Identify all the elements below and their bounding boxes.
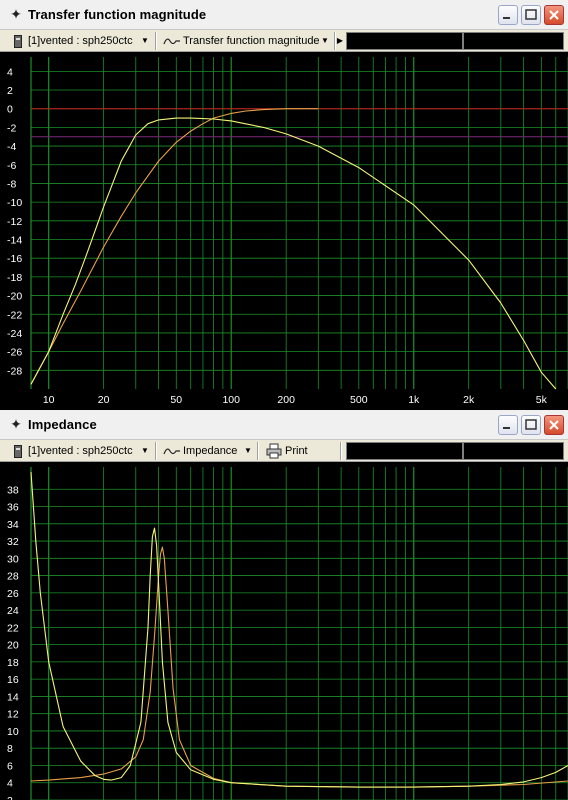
toolbar-overflow-arrow-icon[interactable]: ▶ xyxy=(335,33,345,49)
minimize-button[interactable] xyxy=(498,415,518,435)
title-bar[interactable]: ✦ Transfer function magnitude xyxy=(0,0,568,30)
toolbar: [1]vented : sph250ctc ▼ Impedance ▼ Prin… xyxy=(0,440,568,462)
close-icon xyxy=(549,420,559,430)
y-tick-label: 4 xyxy=(7,778,13,790)
x-tick-label: 100 xyxy=(222,394,240,406)
y-tick-label: -12 xyxy=(7,216,22,228)
readout-box-left xyxy=(346,442,463,460)
y-tick-label: -26 xyxy=(7,347,22,359)
y-tick-label: 14 xyxy=(7,691,19,703)
y-tick-label: 24 xyxy=(7,605,19,617)
speaker-driver-icon xyxy=(14,35,22,48)
y-tick-label: 8 xyxy=(7,743,13,755)
maximize-button[interactable] xyxy=(521,415,541,435)
window-title: Impedance xyxy=(28,417,97,432)
driver-selector[interactable]: [1]vented : sph250ctc xyxy=(28,443,133,459)
y-tick-label: -22 xyxy=(7,309,22,321)
y-tick-label: 2 xyxy=(7,795,13,800)
driver-selector[interactable]: [1]vented : sph250ctc xyxy=(28,33,133,49)
x-tick-label: 200 xyxy=(277,394,295,406)
y-tick-label: 32 xyxy=(7,536,19,548)
y-tick-label: -18 xyxy=(7,272,22,284)
x-tick-label: 2k xyxy=(463,394,475,406)
minimize-icon xyxy=(503,17,510,19)
y-tick-label: -14 xyxy=(7,235,22,247)
plot-background xyxy=(0,52,568,410)
minimize-icon xyxy=(503,427,510,429)
plot-background xyxy=(0,462,568,800)
x-tick-label: 1k xyxy=(408,394,420,406)
y-tick-label: -24 xyxy=(7,328,22,340)
graph-dropdown-arrow-icon[interactable]: ▼ xyxy=(243,443,253,459)
toolbar-separator xyxy=(155,442,157,460)
speaker-driver-icon xyxy=(14,445,22,458)
y-tick-label: 38 xyxy=(7,484,19,496)
graph-dropdown-arrow-icon[interactable]: ▼ xyxy=(320,33,330,49)
y-tick-label: 28 xyxy=(7,571,19,583)
window-title: Transfer function magnitude xyxy=(28,7,207,22)
close-icon xyxy=(549,10,559,20)
close-button[interactable] xyxy=(544,5,564,25)
curve-wave-icon xyxy=(163,448,180,455)
x-tick-label: 500 xyxy=(350,394,368,406)
transfer-function-plot[interactable]: 420-2-4-6-8-10-12-14-16-18-20-22-24-26-2… xyxy=(0,52,568,410)
y-tick-label: 2 xyxy=(7,85,13,97)
graph-type-selector[interactable]: Transfer function magnitude xyxy=(183,33,320,49)
y-tick-label: 18 xyxy=(7,657,19,669)
maximize-icon xyxy=(525,9,537,20)
minimize-button[interactable] xyxy=(498,5,518,25)
graph-type-selector[interactable]: Impedance xyxy=(183,443,237,459)
crosshair-app-icon: ✦ xyxy=(10,416,22,432)
driver-dropdown-arrow-icon[interactable]: ▼ xyxy=(140,443,150,459)
readout-box-right xyxy=(463,32,564,50)
x-tick-label: 20 xyxy=(98,394,110,406)
y-tick-label: -28 xyxy=(7,365,22,377)
x-tick-label: 50 xyxy=(170,394,182,406)
y-tick-label: -2 xyxy=(7,122,16,134)
curve-wave-icon xyxy=(163,38,180,45)
y-tick-label: 10 xyxy=(7,726,19,738)
y-tick-label: -20 xyxy=(7,291,22,303)
toolbar-separator xyxy=(340,442,342,460)
y-tick-label: 34 xyxy=(7,519,19,531)
y-tick-label: -6 xyxy=(7,160,16,172)
readout-box-left xyxy=(346,32,463,50)
y-tick-label: 30 xyxy=(7,553,19,565)
y-tick-label: 22 xyxy=(7,622,19,634)
x-tick-label: 5k xyxy=(536,394,548,406)
close-button[interactable] xyxy=(544,415,564,435)
y-tick-label: 6 xyxy=(7,760,13,772)
toolbar-separator xyxy=(155,32,157,50)
print-button[interactable]: Print xyxy=(285,443,308,459)
maximize-button[interactable] xyxy=(521,5,541,25)
y-tick-label: 0 xyxy=(7,104,13,116)
impedance-plot[interactable]: 38 36 34 32 30 28 26 24 22 20 18 16 14 12 10 8 6 4 2 xyxy=(0,462,568,800)
y-tick-label: -8 xyxy=(7,178,16,190)
y-tick-label: 12 xyxy=(7,709,19,721)
printer-icon[interactable] xyxy=(266,443,282,459)
x-tick-label: 10 xyxy=(43,394,55,406)
y-tick-label: 36 xyxy=(7,502,19,514)
y-tick-label: -16 xyxy=(7,253,22,265)
toolbar: [1]vented : sph250ctc ▼ Transfer functio… xyxy=(0,30,568,52)
impedance-window: ✦ Impedance [1]vented : sph250ctc ▼ Impe… xyxy=(0,410,568,800)
y-tick-label: 20 xyxy=(7,640,19,652)
toolbar-separator xyxy=(257,442,259,460)
y-tick-label: 4 xyxy=(7,66,13,78)
maximize-icon xyxy=(525,419,537,430)
y-tick-label: -4 xyxy=(7,141,16,153)
y-tick-label: -10 xyxy=(7,197,22,209)
y-tick-label: 16 xyxy=(7,674,19,686)
title-bar[interactable]: ✦ Impedance xyxy=(0,410,568,440)
driver-dropdown-arrow-icon[interactable]: ▼ xyxy=(140,33,150,49)
crosshair-app-icon: ✦ xyxy=(10,6,22,22)
transfer-function-window: ✦ Transfer function magnitude [1]vented … xyxy=(0,0,568,410)
readout-box-right xyxy=(463,442,564,460)
y-tick-label: 26 xyxy=(7,588,19,600)
